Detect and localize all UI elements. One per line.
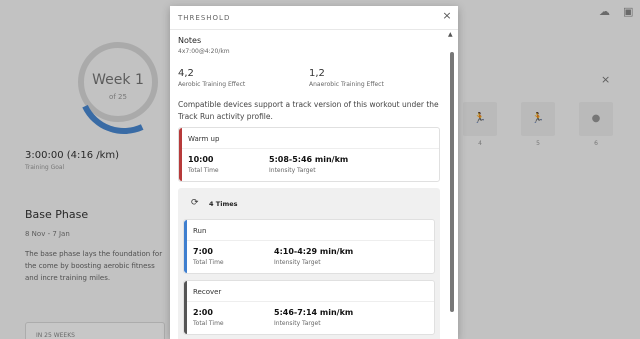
step-target-label: Intensity Target <box>274 320 321 327</box>
step-color-bar <box>184 220 187 273</box>
step-color-bar <box>179 128 182 181</box>
close-icon[interactable]: × <box>442 10 452 22</box>
repeat-block: ⟳ 4 Times Run 7:00 Total Time 4:10-4:29 … <box>178 188 440 339</box>
step-recover: Recover 2:00 Total Time 5:46-7:14 min/km… <box>183 280 435 335</box>
workout-detail-modal: THRESHOLD × ▲ Notes 4x7:00@4:20/km 4,2 A… <box>170 6 458 339</box>
step-target: 4:10-4:29 min/km <box>274 247 354 256</box>
anaerobic-effect-value: 1,2 <box>309 68 325 79</box>
step-time-label: Total Time <box>193 259 224 266</box>
step-divider <box>182 148 439 149</box>
aerobic-effect-label: Aerobic Training Effect <box>178 81 246 88</box>
step-warmup: Warm up 10:00 Total Time 5:08-5:46 min/k… <box>178 127 440 182</box>
notes-value: 4x7:00@4:20/km <box>178 48 230 55</box>
modal-title: THRESHOLD <box>178 14 231 22</box>
step-color-bar <box>184 281 187 334</box>
scrollbar-thumb[interactable] <box>450 52 454 312</box>
step-time: 2:00 <box>193 308 213 317</box>
step-time: 10:00 <box>188 155 214 164</box>
step-time: 7:00 <box>193 247 213 256</box>
scroll-up-arrow-icon[interactable]: ▲ <box>448 31 453 38</box>
aerobic-effect-value: 4,2 <box>178 68 194 79</box>
modal-header: THRESHOLD × <box>170 6 458 30</box>
step-name: Run <box>193 227 207 235</box>
step-divider <box>187 240 434 241</box>
step-target: 5:08-5:46 min/km <box>269 155 349 164</box>
repeat-icon: ⟳ <box>191 198 199 208</box>
step-target: 5:46-7:14 min/km <box>274 308 354 317</box>
step-run: Run 7:00 Total Time 4:10-4:29 min/km Int… <box>183 219 435 274</box>
step-divider <box>187 301 434 302</box>
step-name: Warm up <box>188 135 220 143</box>
step-time-label: Total Time <box>193 320 224 327</box>
step-time-label: Total Time <box>188 167 219 174</box>
step-name: Recover <box>193 288 222 296</box>
step-target-label: Intensity Target <box>269 167 316 174</box>
compatibility-note: Compatible devices support a track versi… <box>178 100 439 121</box>
notes-label: Notes <box>178 36 202 45</box>
step-target-label: Intensity Target <box>274 259 321 266</box>
repeat-count: 4 Times <box>209 200 238 208</box>
anaerobic-effect-label: Anaerobic Training Effect <box>309 81 384 88</box>
